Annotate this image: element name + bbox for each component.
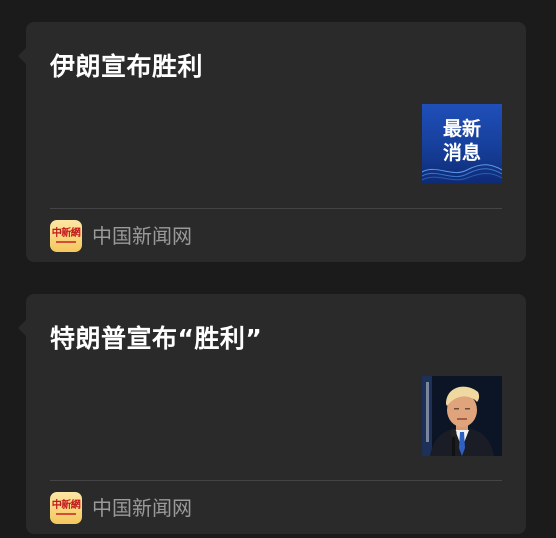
source-name: 中国新闻网 [92,224,192,248]
news-card[interactable]: 伊朗宣布胜利 最新 消息 中新網 中国新闻网 [18,22,526,262]
source-logo-icon: 中新網 [50,492,82,524]
breaking-news-thumbnail[interactable]: 最新 消息 [422,104,502,184]
divider [50,208,502,209]
source-logo-text: 中新網 [51,228,81,239]
logo-underline [56,513,76,515]
portrait-image [422,376,502,456]
logo-underline [56,241,76,243]
news-source[interactable]: 中新網 中国新闻网 [50,220,192,252]
news-source[interactable]: 中新網 中国新闻网 [50,492,192,524]
divider [50,480,502,481]
portrait-photo-thumbnail[interactable] [422,376,502,456]
source-name: 中国新闻网 [92,496,192,520]
news-card[interactable]: 特朗普宣布“胜利” 中新網 中国新闻网 [18,294,526,534]
news-title[interactable]: 伊朗宣布胜利 [50,50,203,84]
wave-graphic [422,164,502,181]
news-feed: 伊朗宣布胜利 最新 消息 中新網 中国新闻网 特朗普宣布“胜利” 中新網 中国新… [0,0,556,538]
source-logo-text: 中新網 [51,500,81,511]
thumbnail-text: 最新 [442,118,481,140]
source-logo-icon: 中新網 [50,220,82,252]
news-title[interactable]: 特朗普宣布“胜利” [50,322,262,356]
